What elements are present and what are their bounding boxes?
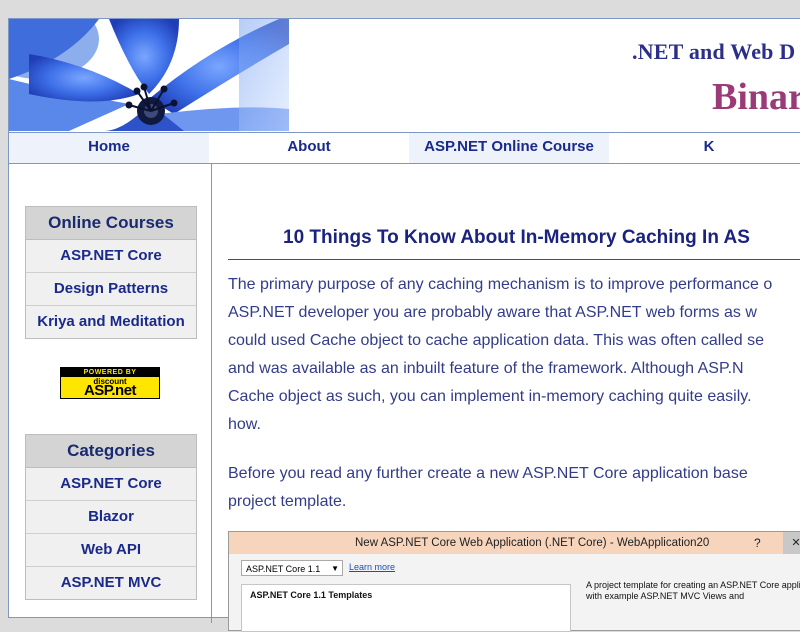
category-link-aspnet-core[interactable]: ASP.NET Core: [26, 468, 196, 501]
top-nav: Home About ASP.NET Online Course K: [9, 132, 800, 164]
dialog-title: New ASP.NET Core Web Application (.NET C…: [355, 537, 710, 549]
course-link-kriya-meditation[interactable]: Kriya and Meditation: [26, 306, 196, 338]
category-link-aspnet-mvc[interactable]: ASP.NET MVC: [26, 567, 196, 599]
template-description: A project template for creating an ASP.N…: [586, 580, 800, 601]
article-paragraph-1: The primary purpose of any caching mecha…: [228, 271, 800, 439]
article-title: 10 Things To Know About In-Memory Cachin…: [283, 227, 750, 248]
paragraph-line: The primary purpose of any caching mecha…: [228, 276, 773, 293]
badge-aspnet: ASP.net: [83, 382, 137, 399]
categories-box: Categories ASP.NET Core Blazor Web API A…: [25, 434, 197, 600]
category-link-web-api[interactable]: Web API: [26, 534, 196, 567]
close-icon: ✕: [783, 532, 800, 554]
version-select-value: ASP.NET Core 1.1: [246, 564, 321, 574]
discount-aspnet-badge[interactable]: POWERED BY discount ASP.net: [60, 367, 160, 399]
course-link-aspnet-core[interactable]: ASP.NET Core: [26, 240, 196, 273]
article-main: 10 Things To Know About In-Memory Cachin…: [228, 163, 800, 632]
sidebar: Online Courses ASP.NET Core Design Patte…: [9, 163, 212, 623]
paragraph-line: Before you read any further create a new…: [228, 465, 748, 482]
dialog-title-bar: New ASP.NET Core Web Application (.NET C…: [229, 532, 800, 554]
online-courses-box: Online Courses ASP.NET Core Design Patte…: [25, 206, 197, 339]
help-icon: ?: [754, 536, 761, 550]
paragraph-line: project template.: [228, 493, 347, 510]
paragraph-line: Cache object as such, you can implement …: [228, 388, 752, 405]
paragraph-line: could used Cache object to cache applica…: [228, 332, 765, 349]
site-banner: .NET and Web D Binar: [9, 19, 800, 131]
article-title-bar: 10 Things To Know About In-Memory Cachin…: [228, 225, 800, 260]
article-paragraph-2: Before you read any further create a new…: [228, 460, 800, 516]
category-link-blazor[interactable]: Blazor: [26, 501, 196, 534]
site-tagline: .NET and Web D: [632, 39, 796, 64]
site-name: Binar: [712, 76, 800, 118]
paragraph-line: and was available as an inbuilt feature …: [228, 360, 744, 377]
page-frame: .NET and Web D Binar Home About ASP.NET …: [8, 18, 800, 632]
categories-title: Categories: [26, 435, 196, 468]
templates-panel: ASP.NET Core 1.1 Templates: [241, 584, 571, 632]
version-select: ASP.NET Core 1.1 ▼: [241, 560, 343, 576]
course-link-design-patterns[interactable]: Design Patterns: [26, 273, 196, 306]
paragraph-line: how.: [228, 416, 261, 433]
paragraph-line: ASP.NET developer you are probably aware…: [228, 304, 757, 321]
badge-powered-by: POWERED BY: [61, 368, 159, 377]
nav-home[interactable]: Home: [9, 133, 209, 163]
chevron-down-icon: ▼: [331, 564, 339, 573]
nav-kriya[interactable]: K: [609, 133, 800, 163]
templates-heading: ASP.NET Core 1.1 Templates: [250, 590, 373, 600]
learn-more-link: Learn more: [349, 562, 396, 572]
nav-aspnet-online-course[interactable]: ASP.NET Online Course: [409, 133, 609, 163]
blue-flower-image: [9, 19, 289, 131]
vs-dialog-screenshot: New ASP.NET Core Web Application (.NET C…: [228, 531, 800, 632]
nav-about[interactable]: About: [209, 133, 409, 163]
online-courses-title: Online Courses: [26, 207, 196, 240]
